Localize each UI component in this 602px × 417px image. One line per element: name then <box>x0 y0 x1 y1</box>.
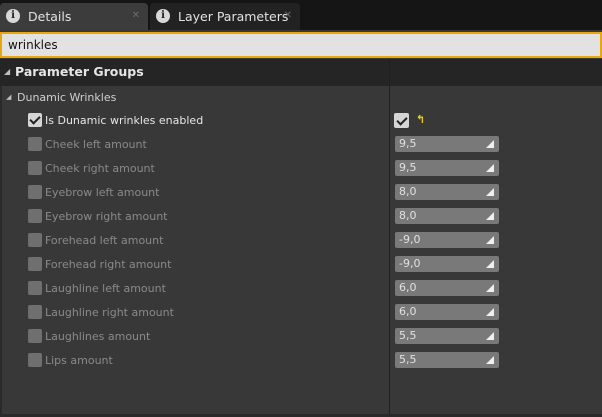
value-text: -9,0 <box>399 233 421 246</box>
override-checkbox[interactable] <box>28 209 42 223</box>
param-row-eyebrow-right: Eyebrow right amount 8,0 <box>2 205 602 229</box>
override-checkbox[interactable] <box>28 329 42 343</box>
search-input[interactable] <box>2 34 600 56</box>
info-icon: i <box>6 9 20 23</box>
value-text: 6,0 <box>399 281 417 294</box>
value-field[interactable]: 6,0 <box>395 280 499 296</box>
drag-handle-icon[interactable] <box>486 164 494 172</box>
value-text: 6,0 <box>399 305 417 318</box>
parameter-groups-header[interactable]: ◢ Parameter Groups <box>0 59 602 86</box>
param-row-cheek-left: Cheek left amount 9,5 <box>2 133 602 157</box>
drag-handle-icon[interactable] <box>486 236 494 244</box>
value-field[interactable]: 9,5 <box>395 136 499 152</box>
value-field[interactable]: -9,0 <box>395 256 499 272</box>
param-label: Cheek right amount <box>45 162 155 175</box>
value-field[interactable]: 8,0 <box>395 208 499 224</box>
param-label: Laughline left amount <box>45 282 166 295</box>
override-checkbox[interactable] <box>28 257 42 271</box>
reset-to-default-icon[interactable]: ↰ <box>416 113 425 126</box>
param-label: Forehead left amount <box>45 234 164 247</box>
override-checkbox[interactable] <box>28 161 42 175</box>
value-field[interactable]: 5,5 <box>395 328 499 344</box>
close-icon[interactable]: ✕ <box>132 10 140 21</box>
info-icon: i <box>156 9 170 23</box>
override-checkbox[interactable] <box>28 137 42 151</box>
drag-handle-icon[interactable] <box>486 188 494 196</box>
value-field[interactable]: 8,0 <box>395 184 499 200</box>
override-checkbox[interactable] <box>28 305 42 319</box>
value-text: 8,0 <box>399 185 417 198</box>
value-checkbox[interactable] <box>394 113 409 128</box>
override-checkbox[interactable] <box>28 281 42 295</box>
value-field[interactable]: -9,0 <box>395 232 499 248</box>
close-icon[interactable]: ✕ <box>284 10 292 21</box>
param-label: Forehead right amount <box>45 258 172 271</box>
override-checkbox[interactable] <box>28 353 42 367</box>
param-label: Eyebrow right amount <box>45 210 168 223</box>
param-row-lips: Lips amount 5,5 <box>2 349 602 373</box>
param-row-eyebrow-left: Eyebrow left amount 8,0 <box>2 181 602 205</box>
value-field[interactable]: 6,0 <box>395 304 499 320</box>
tab-label: Details <box>28 9 72 24</box>
drag-handle-icon[interactable] <box>486 140 494 148</box>
drag-handle-icon[interactable] <box>486 260 494 268</box>
drag-handle-icon[interactable] <box>486 284 494 292</box>
details-panel: ◢ Parameter Groups ◢ Dunamic Wrinkles Is… <box>0 30 602 417</box>
param-row-forehead-left: Forehead left amount -9,0 <box>2 229 602 253</box>
param-row-laughline-left: Laughline left amount 6,0 <box>2 277 602 301</box>
tab-bar: i Details ✕ i Layer Parameters ✕ <box>0 0 602 30</box>
param-label: Is Dunamic wrinkles enabled <box>45 114 204 127</box>
value-text: 5,5 <box>399 353 417 366</box>
value-field[interactable]: 9,5 <box>395 160 499 176</box>
tab-details[interactable]: i Details ✕ <box>0 3 148 30</box>
param-label: Laughline right amount <box>45 306 174 319</box>
param-row-laughlines: Laughlines amount 5,5 <box>2 325 602 349</box>
override-checkbox[interactable] <box>28 113 42 127</box>
value-text: 5,5 <box>399 329 417 342</box>
value-text: 9,5 <box>399 161 417 174</box>
category-row[interactable]: ◢ Dunamic Wrinkles <box>2 87 389 109</box>
collapse-arrow-icon[interactable]: ◢ <box>4 67 10 76</box>
collapse-arrow-icon[interactable]: ◢ <box>6 93 11 101</box>
drag-handle-icon[interactable] <box>486 308 494 316</box>
tab-label: Layer Parameters <box>178 9 289 24</box>
value-field[interactable]: 5,5 <box>395 352 499 368</box>
value-text: -9,0 <box>399 257 421 270</box>
param-label: Cheek left amount <box>45 138 147 151</box>
param-row-wrinkles-enabled: Is Dunamic wrinkles enabled ↰ <box>2 109 602 133</box>
override-checkbox[interactable] <box>28 185 42 199</box>
drag-handle-icon[interactable] <box>486 212 494 220</box>
value-text: 9,5 <box>399 137 417 150</box>
param-label: Laughlines amount <box>45 330 151 343</box>
drag-handle-icon[interactable] <box>486 332 494 340</box>
param-row-cheek-right: Cheek right amount 9,5 <box>2 157 602 181</box>
drag-handle-icon[interactable] <box>486 356 494 364</box>
tab-layer-parameters[interactable]: i Layer Parameters ✕ <box>150 3 300 30</box>
category-label: Dunamic Wrinkles <box>17 91 117 104</box>
param-row-forehead-right: Forehead right amount -9,0 <box>2 253 602 277</box>
override-checkbox[interactable] <box>28 233 42 247</box>
value-text: 8,0 <box>399 209 417 222</box>
section-title: Parameter Groups <box>15 64 144 79</box>
param-row-laughline-right: Laughline right amount 6,0 <box>2 301 602 325</box>
search-box <box>0 32 602 58</box>
param-label: Lips amount <box>45 354 113 367</box>
param-label: Eyebrow left amount <box>45 186 160 199</box>
